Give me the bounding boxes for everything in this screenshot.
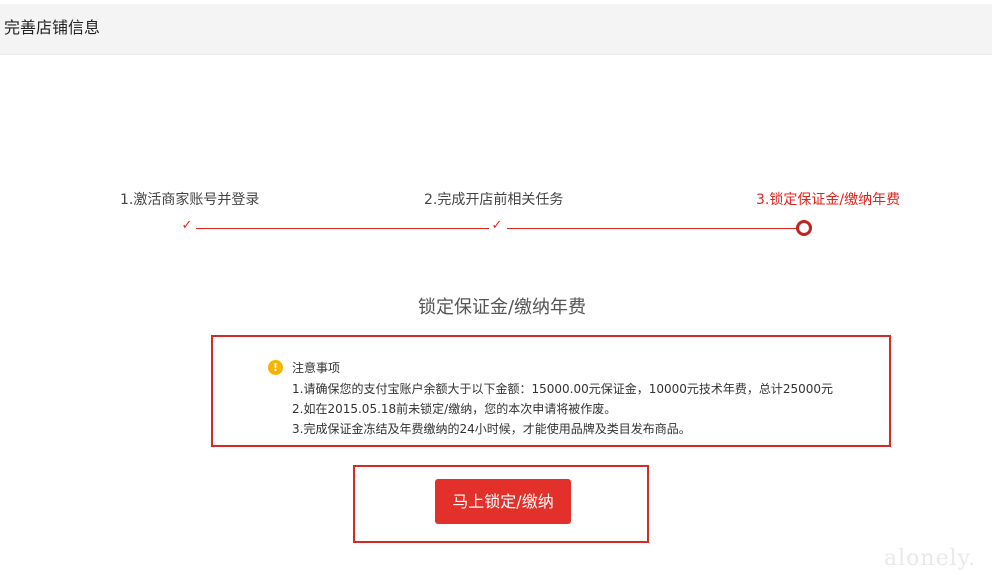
section-title: 锁定保证金/缴纳年费 (417, 297, 587, 318)
step-label-1: 1.激活商家账号并登录 (120, 192, 260, 208)
notice-line-1: 1.请确保您的支付宝账户余额大于以下金额：15000.00元保证金，10000元… (292, 382, 834, 396)
page-header: 完善店铺信息 (0, 4, 992, 55)
step-label-3: 3.锁定保证金/缴纳年费 (756, 192, 901, 208)
watermark: alonely. (884, 546, 977, 571)
step-connector-2 (507, 228, 798, 229)
step-label-2: 2.完成开店前相关任务 (424, 192, 564, 208)
check-icon: ✓ (491, 218, 503, 233)
page-title: 完善店铺信息 (4, 18, 101, 37)
page: 完善店铺信息 1.激活商家账号并登录 2.完成开店前相关任务 3.锁定保证金/缴… (0, 0, 992, 575)
current-step-dot-icon (796, 220, 812, 236)
warning-icon: ! (268, 360, 283, 375)
lock-and-pay-button[interactable]: 马上锁定/缴纳 (435, 479, 571, 524)
check-icon: ✓ (181, 218, 193, 233)
step-connector-1 (196, 228, 489, 229)
notice-title: 注意事项 (292, 361, 341, 375)
notice-line-2: 2.如在2015.05.18前未锁定/缴纳，您的本次申请将被作废。 (292, 402, 617, 416)
notice-line-3: 3.完成保证金冻结及年费缴纳的24小时候，才能使用品牌及类目发布商品。 (292, 422, 691, 436)
